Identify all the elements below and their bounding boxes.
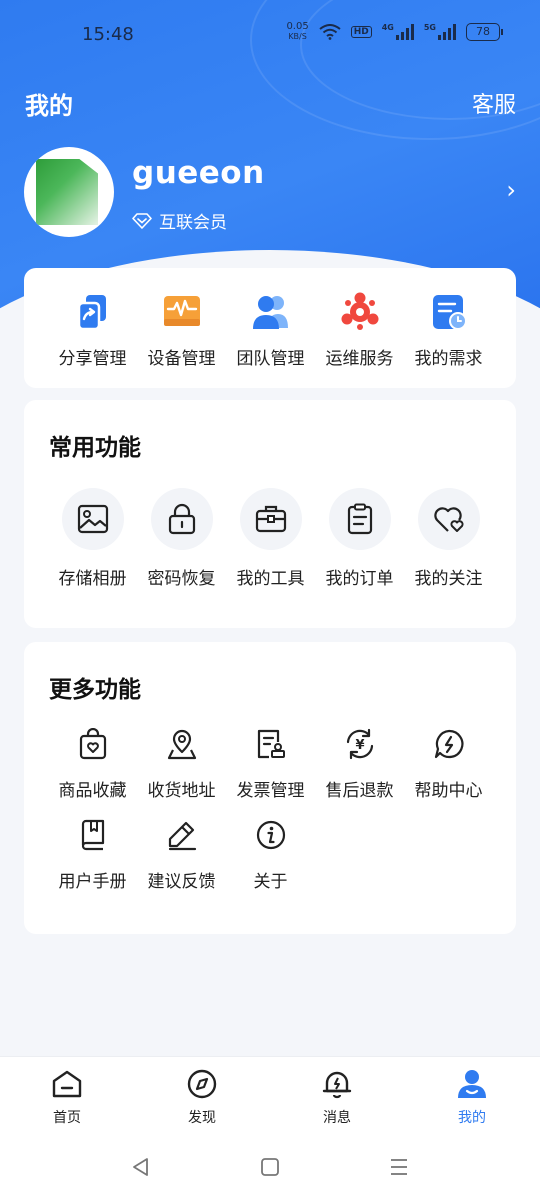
album-icon: [61, 488, 124, 550]
nav-item-home[interactable]: 首页: [22, 1069, 112, 1127]
network-type-5g: 5G: [423, 23, 436, 32]
network-speed: 0.05 KB/S: [286, 22, 308, 42]
nav-item-messages[interactable]: 消息: [292, 1069, 382, 1127]
bell-icon: [322, 1071, 352, 1099]
info-icon: [226, 817, 315, 853]
quick-item-label: 运维服务: [325, 349, 394, 369]
page-title: 我的: [25, 92, 73, 120]
customer-service-button[interactable]: 客服: [472, 87, 516, 119]
bottom-navigation: 首页 发现 消息 我的: [0, 1056, 540, 1142]
heart-icon: [417, 488, 480, 550]
common-item-orders[interactable]: 我的订单: [315, 488, 404, 589]
battery-indicator: 78: [466, 23, 503, 41]
compass-icon: [187, 1069, 217, 1099]
username[interactable]: gueeon: [132, 155, 265, 191]
status-bar: 15:48 0.05 KB/S HD 4G 5G 78: [0, 18, 540, 54]
common-item-label: 密码恢复: [147, 569, 216, 589]
avatar-image: [36, 159, 98, 225]
common-item-label: 我的关注: [414, 569, 483, 589]
more-item-manual[interactable]: 用户手册: [48, 817, 137, 892]
clipboard-icon: [328, 488, 391, 550]
common-item-password[interactable]: 密码恢复: [137, 488, 226, 589]
back-triangle-icon[interactable]: [130, 1156, 152, 1178]
common-item-tools[interactable]: 我的工具: [226, 488, 315, 589]
quick-item-device[interactable]: 设备管理: [137, 288, 226, 369]
membership-badge[interactable]: 互联会员: [132, 208, 227, 233]
nav-label: 首页: [53, 1110, 81, 1126]
more-item-invoice[interactable]: 发票管理: [226, 726, 315, 801]
quick-item-team[interactable]: 团队管理: [226, 288, 315, 369]
more-item-label: 商品收藏: [58, 781, 127, 801]
system-navigation-bar: [0, 1142, 540, 1200]
quick-actions-card: 分享管理 设备管理 团队管理 运维服务 我的需求: [24, 268, 516, 388]
more-item-label: 帮助中心: [414, 781, 483, 801]
lock-icon: [150, 488, 213, 550]
more-item-label: 建议反馈: [147, 872, 216, 892]
more-item-label: 收货地址: [147, 781, 216, 801]
my-needs-icon: [404, 288, 493, 336]
network-type-4g: 4G: [381, 23, 394, 32]
nav-label: 我的: [458, 1110, 486, 1126]
common-item-album[interactable]: 存储相册: [48, 488, 137, 589]
status-time: 15:48: [82, 24, 134, 45]
speed-unit: KB/S: [288, 32, 307, 41]
hd-badge: HD: [350, 26, 372, 38]
nav-item-mine[interactable]: 我的: [427, 1069, 517, 1127]
quick-item-share[interactable]: 分享管理: [48, 288, 137, 369]
signal-4g: 4G: [382, 24, 414, 40]
home-icon: [52, 1070, 82, 1098]
more-item-feedback[interactable]: 建议反馈: [137, 817, 226, 892]
wifi-icon: [319, 24, 341, 40]
section-title: 更多功能: [49, 677, 141, 703]
more-item-label: 关于: [253, 872, 288, 892]
pencil-icon: [137, 817, 226, 853]
profile-chevron-right-icon[interactable]: ›: [506, 176, 516, 204]
diamond-icon: [132, 212, 152, 229]
more-item-address[interactable]: 收货地址: [137, 726, 226, 801]
common-item-label: 存储相册: [58, 569, 127, 589]
help-chat-icon: [404, 726, 493, 762]
nav-label: 发现: [188, 1110, 216, 1126]
common-item-label: 我的订单: [325, 569, 394, 589]
more-item-refund[interactable]: ¥ 售后退款: [315, 726, 404, 801]
more-item-label: 售后退款: [325, 781, 394, 801]
home-square-icon[interactable]: [259, 1156, 281, 1178]
nav-item-discover[interactable]: 发现: [157, 1069, 247, 1127]
refund-icon: ¥: [315, 726, 404, 762]
team-manage-icon: [226, 288, 315, 336]
shopping-bag-heart-icon: [48, 726, 137, 762]
share-manage-icon: [48, 288, 137, 336]
quick-item-label: 分享管理: [58, 349, 127, 369]
common-item-follow[interactable]: 我的关注: [404, 488, 493, 589]
book-icon: [48, 817, 137, 853]
quick-item-label: 团队管理: [236, 349, 305, 369]
avatar[interactable]: [24, 147, 114, 237]
speed-value: 0.05: [286, 21, 309, 32]
section-title: 常用功能: [49, 435, 141, 461]
common-item-label: 我的工具: [236, 569, 305, 589]
more-item-about[interactable]: 关于: [226, 817, 315, 892]
more-item-help[interactable]: 帮助中心: [404, 726, 493, 801]
more-item-label: 发票管理: [236, 781, 305, 801]
quick-item-needs[interactable]: 我的需求: [404, 288, 493, 369]
common-functions-card: 常用功能 存储相册 密码恢复 我的工具 我的订单 我的关注: [24, 400, 516, 628]
quick-item-ops[interactable]: 运维服务: [315, 288, 404, 369]
more-functions-card: 更多功能 商品收藏 收货地址 发票管理 ¥ 售后退款 帮助中心 用户手册 建议反…: [24, 642, 516, 934]
membership-label: 互联会员: [159, 213, 227, 233]
signal-5g: 5G: [424, 24, 456, 40]
more-item-label: 用户手册: [58, 872, 127, 892]
profile-icon: [458, 1070, 486, 1098]
quick-item-label: 我的需求: [414, 349, 483, 369]
invoice-icon: [226, 726, 315, 762]
nav-label: 消息: [323, 1110, 351, 1126]
map-pin-icon: [137, 726, 226, 762]
toolbox-icon: [239, 488, 302, 550]
quick-item-label: 设备管理: [147, 349, 216, 369]
recent-apps-icon[interactable]: [388, 1156, 410, 1178]
ops-service-icon: [315, 288, 404, 336]
svg-text:¥: ¥: [355, 738, 364, 753]
more-item-favorites[interactable]: 商品收藏: [48, 726, 137, 801]
device-manage-icon: [137, 288, 226, 336]
